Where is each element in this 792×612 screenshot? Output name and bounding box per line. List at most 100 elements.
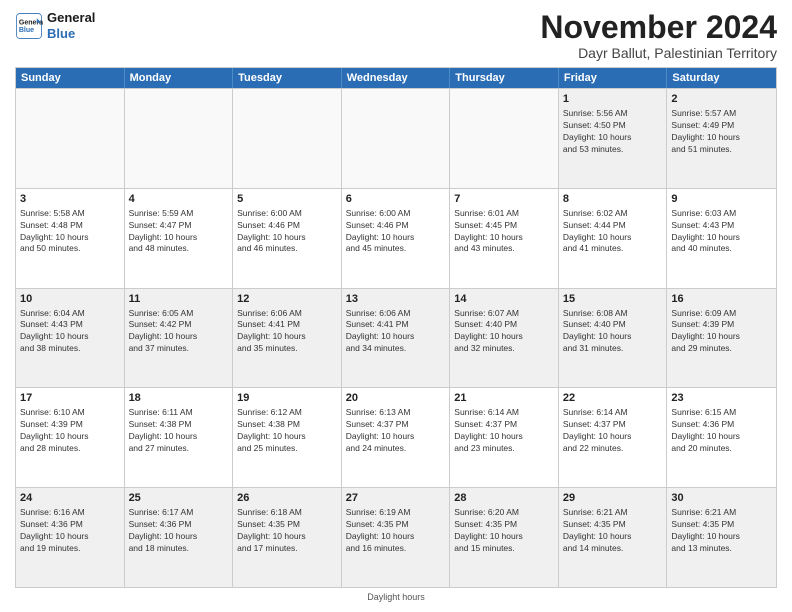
header-cell-friday: Friday: [559, 68, 668, 88]
day-number: 23: [671, 391, 772, 406]
day-info: Sunrise: 6:13 AM Sunset: 4:37 PM Dayligh…: [346, 407, 446, 455]
cal-cell-28: 28Sunrise: 6:20 AM Sunset: 4:35 PM Dayli…: [450, 488, 559, 587]
day-info: Sunrise: 6:14 AM Sunset: 4:37 PM Dayligh…: [563, 407, 663, 455]
header-cell-thursday: Thursday: [450, 68, 559, 88]
cal-cell-18: 18Sunrise: 6:11 AM Sunset: 4:38 PM Dayli…: [125, 388, 234, 487]
day-info: Sunrise: 6:11 AM Sunset: 4:38 PM Dayligh…: [129, 407, 229, 455]
day-number: 24: [20, 491, 120, 506]
cal-cell-26: 26Sunrise: 6:18 AM Sunset: 4:35 PM Dayli…: [233, 488, 342, 587]
cal-cell-29: 29Sunrise: 6:21 AM Sunset: 4:35 PM Dayli…: [559, 488, 668, 587]
logo: General Blue General Blue: [15, 10, 95, 41]
day-info: Sunrise: 6:09 AM Sunset: 4:39 PM Dayligh…: [671, 308, 772, 356]
day-info: Sunrise: 5:59 AM Sunset: 4:47 PM Dayligh…: [129, 208, 229, 256]
day-number: 27: [346, 491, 446, 506]
logo-line2: Blue: [47, 26, 95, 42]
cal-cell-27: 27Sunrise: 6:19 AM Sunset: 4:35 PM Dayli…: [342, 488, 451, 587]
day-info: Sunrise: 6:06 AM Sunset: 4:41 PM Dayligh…: [346, 308, 446, 356]
calendar-row-1: 3Sunrise: 5:58 AM Sunset: 4:48 PM Daylig…: [16, 188, 776, 288]
day-info: Sunrise: 6:18 AM Sunset: 4:35 PM Dayligh…: [237, 507, 337, 555]
day-number: 11: [129, 292, 229, 307]
cal-cell-20: 20Sunrise: 6:13 AM Sunset: 4:37 PM Dayli…: [342, 388, 451, 487]
page: General Blue General Blue November 2024 …: [0, 0, 792, 612]
day-number: 13: [346, 292, 446, 307]
cal-cell-1: 1Sunrise: 5:56 AM Sunset: 4:50 PM Daylig…: [559, 89, 668, 188]
cal-cell-22: 22Sunrise: 6:14 AM Sunset: 4:37 PM Dayli…: [559, 388, 668, 487]
day-info: Sunrise: 5:56 AM Sunset: 4:50 PM Dayligh…: [563, 108, 663, 156]
cal-cell-25: 25Sunrise: 6:17 AM Sunset: 4:36 PM Dayli…: [125, 488, 234, 587]
header: General Blue General Blue November 2024 …: [15, 10, 777, 61]
day-info: Sunrise: 6:21 AM Sunset: 4:35 PM Dayligh…: [563, 507, 663, 555]
header-cell-sunday: Sunday: [16, 68, 125, 88]
day-number: 19: [237, 391, 337, 406]
day-info: Sunrise: 6:16 AM Sunset: 4:36 PM Dayligh…: [20, 507, 120, 555]
day-info: Sunrise: 6:00 AM Sunset: 4:46 PM Dayligh…: [346, 208, 446, 256]
cal-cell-8: 8Sunrise: 6:02 AM Sunset: 4:44 PM Daylig…: [559, 189, 668, 288]
logo-line1: General: [47, 10, 95, 26]
calendar-row-0: 1Sunrise: 5:56 AM Sunset: 4:50 PM Daylig…: [16, 88, 776, 188]
logo-icon: General Blue: [15, 12, 43, 40]
day-number: 14: [454, 292, 554, 307]
calendar-body: 1Sunrise: 5:56 AM Sunset: 4:50 PM Daylig…: [16, 88, 776, 587]
cal-cell-19: 19Sunrise: 6:12 AM Sunset: 4:38 PM Dayli…: [233, 388, 342, 487]
day-info: Sunrise: 6:12 AM Sunset: 4:38 PM Dayligh…: [237, 407, 337, 455]
cal-cell-12: 12Sunrise: 6:06 AM Sunset: 4:41 PM Dayli…: [233, 289, 342, 388]
header-cell-monday: Monday: [125, 68, 234, 88]
day-number: 17: [20, 391, 120, 406]
cal-cell-17: 17Sunrise: 6:10 AM Sunset: 4:39 PM Dayli…: [16, 388, 125, 487]
header-cell-wednesday: Wednesday: [342, 68, 451, 88]
day-number: 22: [563, 391, 663, 406]
footer-note: Daylight hours: [15, 592, 777, 602]
day-number: 2: [671, 92, 772, 107]
svg-text:Blue: Blue: [19, 27, 34, 34]
day-info: Sunrise: 6:21 AM Sunset: 4:35 PM Dayligh…: [671, 507, 772, 555]
cal-cell-24: 24Sunrise: 6:16 AM Sunset: 4:36 PM Dayli…: [16, 488, 125, 587]
cal-cell-5: 5Sunrise: 6:00 AM Sunset: 4:46 PM Daylig…: [233, 189, 342, 288]
cal-cell-21: 21Sunrise: 6:14 AM Sunset: 4:37 PM Dayli…: [450, 388, 559, 487]
month-title: November 2024: [540, 10, 777, 45]
cal-cell-empty-0-4: [450, 89, 559, 188]
subtitle: Dayr Ballut, Palestinian Territory: [540, 45, 777, 61]
day-info: Sunrise: 6:15 AM Sunset: 4:36 PM Dayligh…: [671, 407, 772, 455]
cal-cell-14: 14Sunrise: 6:07 AM Sunset: 4:40 PM Dayli…: [450, 289, 559, 388]
day-info: Sunrise: 6:10 AM Sunset: 4:39 PM Dayligh…: [20, 407, 120, 455]
day-number: 9: [671, 192, 772, 207]
day-info: Sunrise: 6:17 AM Sunset: 4:36 PM Dayligh…: [129, 507, 229, 555]
day-info: Sunrise: 6:02 AM Sunset: 4:44 PM Dayligh…: [563, 208, 663, 256]
day-number: 25: [129, 491, 229, 506]
day-number: 15: [563, 292, 663, 307]
cal-cell-empty-0-0: [16, 89, 125, 188]
day-info: Sunrise: 6:03 AM Sunset: 4:43 PM Dayligh…: [671, 208, 772, 256]
cal-cell-13: 13Sunrise: 6:06 AM Sunset: 4:41 PM Dayli…: [342, 289, 451, 388]
day-info: Sunrise: 6:20 AM Sunset: 4:35 PM Dayligh…: [454, 507, 554, 555]
calendar: SundayMondayTuesdayWednesdayThursdayFrid…: [15, 67, 777, 588]
day-info: Sunrise: 6:00 AM Sunset: 4:46 PM Dayligh…: [237, 208, 337, 256]
cal-cell-3: 3Sunrise: 5:58 AM Sunset: 4:48 PM Daylig…: [16, 189, 125, 288]
calendar-header: SundayMondayTuesdayWednesdayThursdayFrid…: [16, 68, 776, 88]
cal-cell-10: 10Sunrise: 6:04 AM Sunset: 4:43 PM Dayli…: [16, 289, 125, 388]
cal-cell-empty-0-1: [125, 89, 234, 188]
cal-cell-23: 23Sunrise: 6:15 AM Sunset: 4:36 PM Dayli…: [667, 388, 776, 487]
cal-cell-30: 30Sunrise: 6:21 AM Sunset: 4:35 PM Dayli…: [667, 488, 776, 587]
day-number: 4: [129, 192, 229, 207]
cal-cell-2: 2Sunrise: 5:57 AM Sunset: 4:49 PM Daylig…: [667, 89, 776, 188]
day-info: Sunrise: 6:07 AM Sunset: 4:40 PM Dayligh…: [454, 308, 554, 356]
header-cell-tuesday: Tuesday: [233, 68, 342, 88]
header-cell-saturday: Saturday: [667, 68, 776, 88]
day-info: Sunrise: 6:06 AM Sunset: 4:41 PM Dayligh…: [237, 308, 337, 356]
day-number: 10: [20, 292, 120, 307]
cal-cell-4: 4Sunrise: 5:59 AM Sunset: 4:47 PM Daylig…: [125, 189, 234, 288]
day-info: Sunrise: 6:05 AM Sunset: 4:42 PM Dayligh…: [129, 308, 229, 356]
day-number: 8: [563, 192, 663, 207]
day-number: 20: [346, 391, 446, 406]
day-info: Sunrise: 6:08 AM Sunset: 4:40 PM Dayligh…: [563, 308, 663, 356]
day-number: 12: [237, 292, 337, 307]
day-number: 3: [20, 192, 120, 207]
day-info: Sunrise: 5:58 AM Sunset: 4:48 PM Dayligh…: [20, 208, 120, 256]
day-number: 7: [454, 192, 554, 207]
cal-cell-16: 16Sunrise: 6:09 AM Sunset: 4:39 PM Dayli…: [667, 289, 776, 388]
day-number: 30: [671, 491, 772, 506]
day-info: Sunrise: 5:57 AM Sunset: 4:49 PM Dayligh…: [671, 108, 772, 156]
day-info: Sunrise: 6:04 AM Sunset: 4:43 PM Dayligh…: [20, 308, 120, 356]
day-info: Sunrise: 6:14 AM Sunset: 4:37 PM Dayligh…: [454, 407, 554, 455]
day-number: 18: [129, 391, 229, 406]
